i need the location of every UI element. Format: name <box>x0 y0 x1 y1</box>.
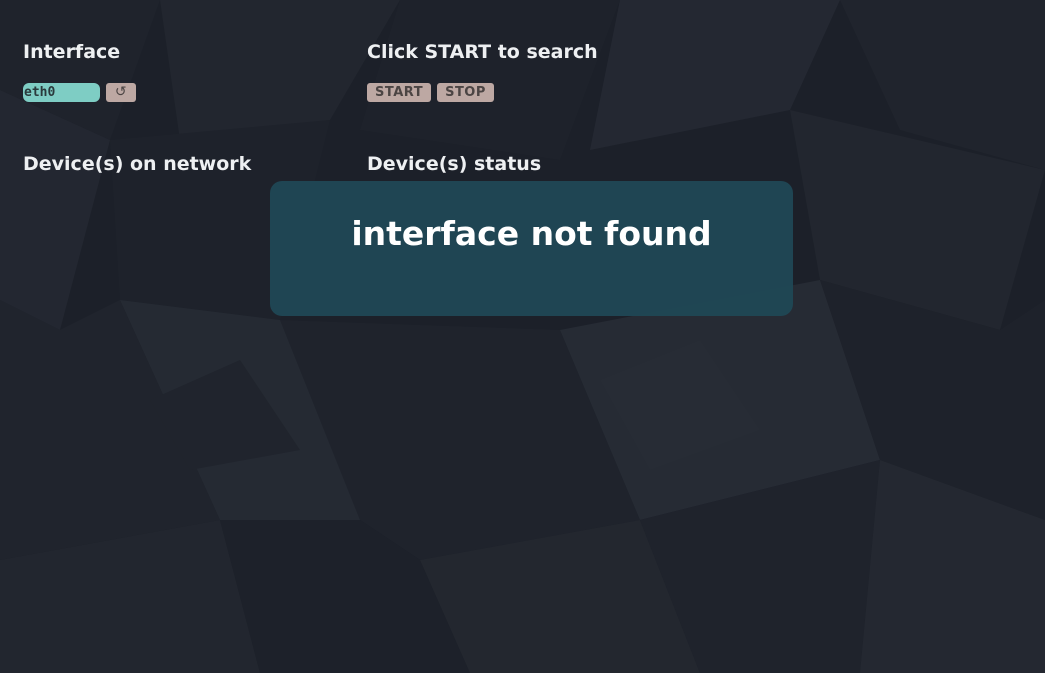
devices-heading: Device(s) on network <box>23 153 252 175</box>
interface-input[interactable] <box>23 83 100 102</box>
main-content: Interface ↺ Click START to search START … <box>0 0 1045 673</box>
interface-heading: Interface <box>23 41 121 63</box>
status-heading: Device(s) status <box>367 153 542 175</box>
refresh-button[interactable]: ↺ <box>106 83 136 102</box>
start-button[interactable]: START <box>367 83 432 102</box>
refresh-icon: ↺ <box>114 84 128 100</box>
search-controls: START STOP <box>367 83 494 102</box>
devices-section: Device(s) on network <box>23 152 251 176</box>
error-message: interface not found <box>351 214 712 253</box>
status-section: Device(s) status <box>367 152 541 176</box>
search-section: Click START to search <box>367 40 598 64</box>
interface-section: Interface <box>23 40 120 64</box>
stop-button[interactable]: STOP <box>437 83 494 102</box>
interface-controls: ↺ <box>23 83 136 102</box>
error-modal[interactable]: interface not found <box>270 181 793 316</box>
search-heading: Click START to search <box>367 41 598 63</box>
